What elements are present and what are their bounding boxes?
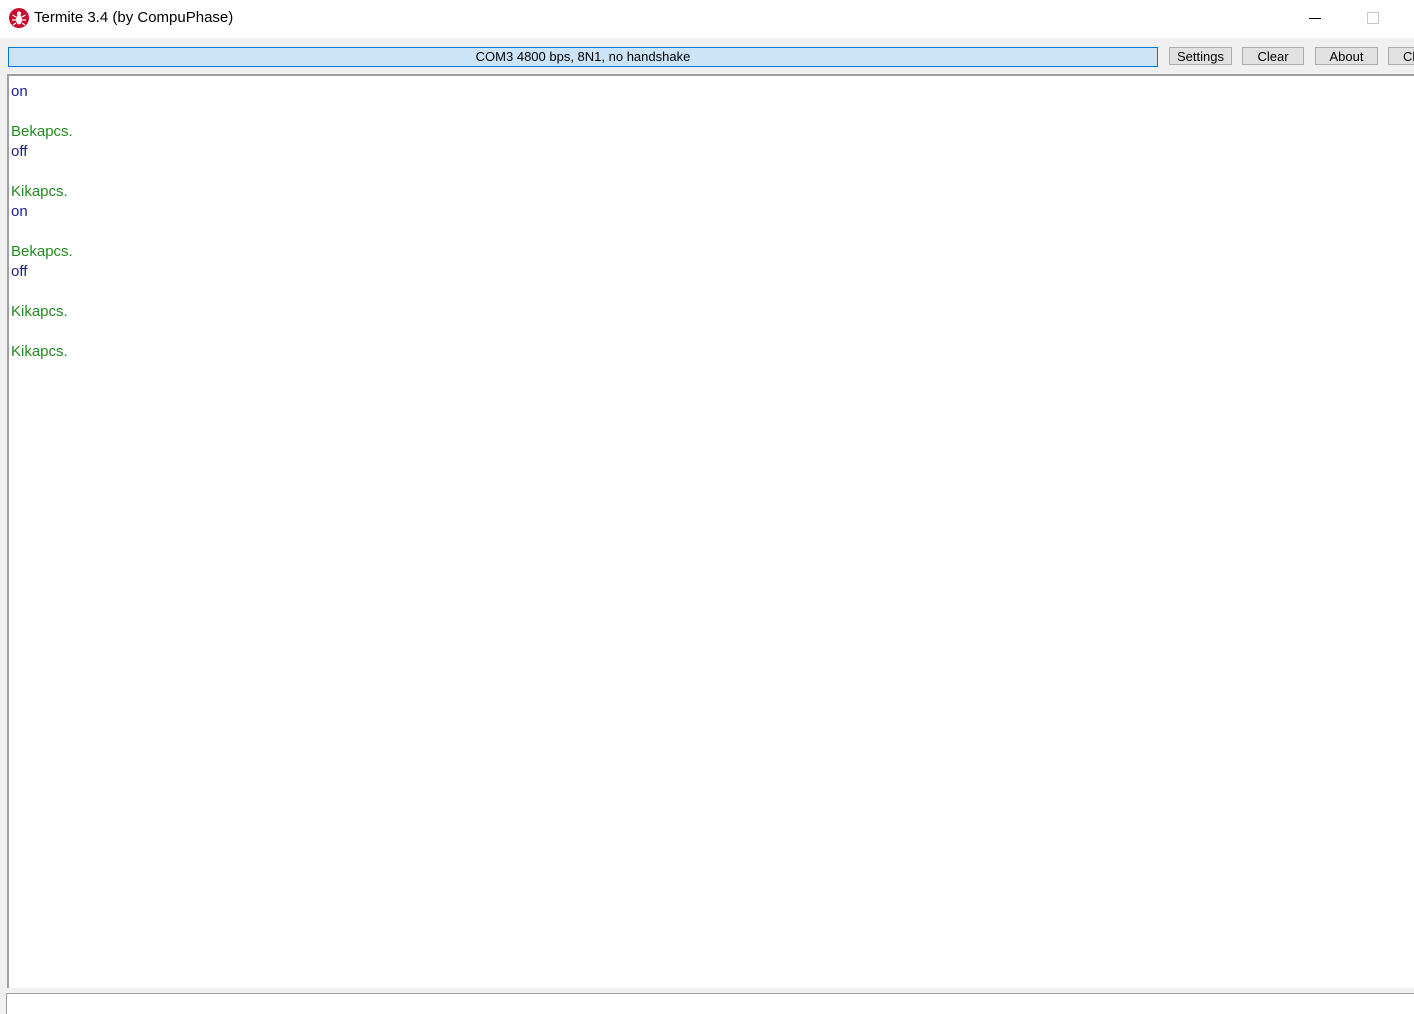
output-line: off (11, 263, 28, 280)
termite-window: Termite 3.4 (by CompuPhase) COM3 4800 bp… (0, 0, 1414, 1014)
output-lines: on Bekapcs. off Kikapcs. on Bekapcs. off Kikapc… (11, 82, 73, 362)
output-line: Kikapcs. (11, 343, 68, 360)
maximize-button[interactable] (1344, 0, 1402, 38)
output-line: on (11, 83, 28, 100)
title-bar: Termite 3.4 (by CompuPhase) (0, 0, 1414, 38)
minimize-icon (1309, 18, 1321, 19)
about-button[interactable]: About (1315, 47, 1378, 65)
settings-button[interactable]: Settings (1169, 47, 1232, 65)
clear-button[interactable]: Clear (1242, 47, 1304, 65)
output-line: Kikapcs. (11, 183, 68, 200)
send-input[interactable] (7, 994, 1414, 1014)
output-line: off (11, 143, 28, 160)
close-button[interactable]: Cl (1388, 47, 1414, 65)
termite-bug-icon (9, 8, 29, 28)
maximize-icon (1367, 12, 1379, 24)
output-line: Kikapcs. (11, 303, 68, 320)
port-status-bar[interactable]: COM3 4800 bps, 8N1, no handshake (8, 47, 1158, 67)
output-line: Bekapcs. (11, 243, 73, 260)
toolbar: COM3 4800 bps, 8N1, no handshake Setting… (0, 38, 1414, 74)
minimize-button[interactable] (1286, 0, 1344, 38)
send-input-container (6, 993, 1414, 1014)
window-title: Termite 3.4 (by CompuPhase) (34, 9, 234, 26)
output-line: Bekapcs. (11, 123, 73, 140)
output-line: on (11, 203, 28, 220)
terminal-output[interactable]: on Bekapcs. off Kikapcs. on Bekapcs. off Kikapc… (7, 74, 1414, 988)
